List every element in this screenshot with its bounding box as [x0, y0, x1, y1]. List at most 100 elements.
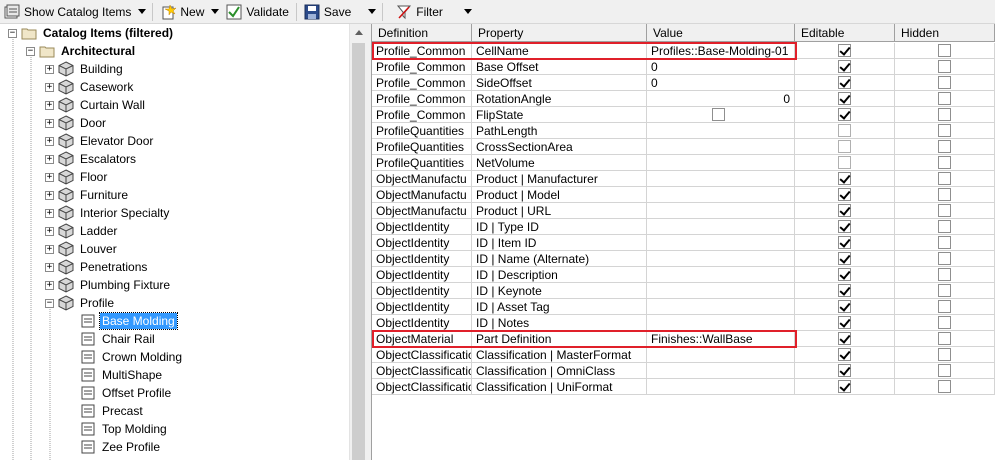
column-header-property[interactable]: Property: [472, 24, 647, 42]
editable-checkbox[interactable]: [838, 220, 851, 233]
table-row[interactable]: ObjectIdentity ID | Asset Tag: [372, 299, 995, 315]
table-row[interactable]: ObjectIdentity ID | Item ID: [372, 235, 995, 251]
scroll-thumb[interactable]: [352, 43, 365, 460]
editable-cell[interactable]: [795, 331, 895, 347]
tree-node-profile-item[interactable]: Base Molding: [80, 312, 178, 330]
tree-node-category[interactable]: + Interior Specialty: [45, 204, 171, 222]
table-row[interactable]: ObjectIdentity ID | Type ID: [372, 219, 995, 235]
column-header-hidden[interactable]: Hidden: [895, 24, 995, 42]
hidden-checkbox[interactable]: [938, 156, 951, 169]
hidden-checkbox[interactable]: [938, 316, 951, 329]
value-cell[interactable]: [647, 379, 795, 395]
value-cell[interactable]: [647, 299, 795, 315]
save-dropdown[interactable]: [365, 1, 379, 23]
tree-node-category[interactable]: + Plumbing Fixture: [45, 276, 172, 294]
hidden-cell[interactable]: [895, 155, 995, 171]
hidden-checkbox[interactable]: [938, 236, 951, 249]
editable-cell[interactable]: [795, 139, 895, 155]
table-row[interactable]: Profile_Common Base Offset 0: [372, 59, 995, 75]
expand-toggle[interactable]: +: [45, 208, 54, 218]
value-cell[interactable]: 0: [647, 59, 795, 75]
hidden-checkbox[interactable]: [938, 140, 951, 153]
hidden-cell[interactable]: [895, 59, 995, 75]
hidden-checkbox[interactable]: [938, 300, 951, 313]
tree-node-profile-item[interactable]: Top Molding: [80, 420, 169, 438]
hidden-cell[interactable]: [895, 347, 995, 363]
table-row[interactable]: ProfileQuantities PathLength: [372, 123, 995, 139]
expand-toggle[interactable]: +: [45, 118, 54, 128]
editable-cell[interactable]: [795, 59, 895, 75]
expand-toggle[interactable]: +: [45, 226, 54, 236]
table-row[interactable]: ObjectClassificatio Classification | Omni…: [372, 363, 995, 379]
editable-checkbox[interactable]: [838, 60, 851, 73]
hidden-checkbox[interactable]: [938, 268, 951, 281]
editable-cell[interactable]: [795, 235, 895, 251]
value-cell[interactable]: [647, 267, 795, 283]
hidden-cell[interactable]: [895, 363, 995, 379]
editable-checkbox[interactable]: [838, 380, 851, 393]
hidden-checkbox[interactable]: [938, 204, 951, 217]
editable-checkbox[interactable]: [838, 124, 851, 137]
tree-node-category[interactable]: + Furniture: [45, 186, 130, 204]
hidden-cell[interactable]: [895, 331, 995, 347]
table-row[interactable]: Profile_Common CellName Profiles::Base-Mol…: [372, 43, 995, 59]
hidden-cell[interactable]: [895, 107, 995, 123]
hidden-cell[interactable]: [895, 91, 995, 107]
table-row[interactable]: ObjectManufactu Product | URL: [372, 203, 995, 219]
new-dropdown[interactable]: [208, 1, 222, 23]
table-row[interactable]: ObjectIdentity ID | Notes: [372, 315, 995, 331]
value-cell[interactable]: [647, 107, 795, 123]
hidden-checkbox[interactable]: [938, 172, 951, 185]
expand-toggle[interactable]: +: [45, 280, 54, 290]
value-cell[interactable]: [647, 235, 795, 251]
tree-scrollbar[interactable]: [349, 24, 366, 460]
value-cell[interactable]: Profiles::Base-Molding-01: [647, 43, 795, 59]
tree-node-category[interactable]: + Ladder: [45, 222, 119, 240]
hidden-cell[interactable]: [895, 187, 995, 203]
expand-toggle[interactable]: +: [45, 154, 54, 164]
value-cell[interactable]: [647, 347, 795, 363]
hidden-checkbox[interactable]: [938, 44, 951, 57]
hidden-cell[interactable]: [895, 315, 995, 331]
show-catalog-items-dropdown[interactable]: [135, 1, 149, 23]
filter-dropdown[interactable]: [461, 1, 475, 23]
hidden-checkbox[interactable]: [938, 188, 951, 201]
hidden-cell[interactable]: [895, 251, 995, 267]
hidden-cell[interactable]: [895, 123, 995, 139]
value-cell[interactable]: [647, 219, 795, 235]
tree-node-profile-item[interactable]: MultiShape: [80, 366, 164, 384]
scroll-up-button[interactable]: [350, 24, 367, 41]
tree-node-category[interactable]: + Casework: [45, 78, 135, 96]
value-cell[interactable]: [647, 171, 795, 187]
editable-cell[interactable]: [795, 43, 895, 59]
hidden-cell[interactable]: [895, 299, 995, 315]
hidden-checkbox[interactable]: [938, 380, 951, 393]
new-button[interactable]: New: [156, 1, 208, 23]
save-button[interactable]: Save: [300, 1, 355, 23]
editable-checkbox[interactable]: [838, 316, 851, 329]
editable-cell[interactable]: [795, 75, 895, 91]
tree-node-profile-item[interactable]: Zee Profile: [80, 438, 162, 456]
table-row[interactable]: ObjectManufactu Product | Manufacturer: [372, 171, 995, 187]
expand-toggle[interactable]: +: [45, 82, 54, 92]
editable-checkbox[interactable]: [838, 108, 851, 121]
column-header-editable[interactable]: Editable: [795, 24, 895, 42]
editable-cell[interactable]: [795, 251, 895, 267]
tree-node-category[interactable]: + Curtain Wall: [45, 96, 147, 114]
column-header-value[interactable]: Value: [647, 24, 795, 42]
tree-node-profile-item[interactable]: Crown Molding: [80, 348, 184, 366]
hidden-cell[interactable]: [895, 267, 995, 283]
editable-checkbox[interactable]: [838, 92, 851, 105]
editable-cell[interactable]: [795, 155, 895, 171]
editable-checkbox[interactable]: [838, 348, 851, 361]
editable-checkbox[interactable]: [838, 268, 851, 281]
table-row[interactable]: ObjectClassificatio Classification | UniF…: [372, 379, 995, 395]
table-row[interactable]: ProfileQuantities CrossSectionArea: [372, 139, 995, 155]
hidden-cell[interactable]: [895, 203, 995, 219]
tree-node-category[interactable]: + Building: [45, 60, 125, 78]
table-row[interactable]: ObjectIdentity ID | Name (Alternate): [372, 251, 995, 267]
value-cell[interactable]: [647, 315, 795, 331]
value-cell[interactable]: [647, 187, 795, 203]
expand-toggle[interactable]: +: [45, 244, 54, 254]
hidden-cell[interactable]: [895, 43, 995, 59]
